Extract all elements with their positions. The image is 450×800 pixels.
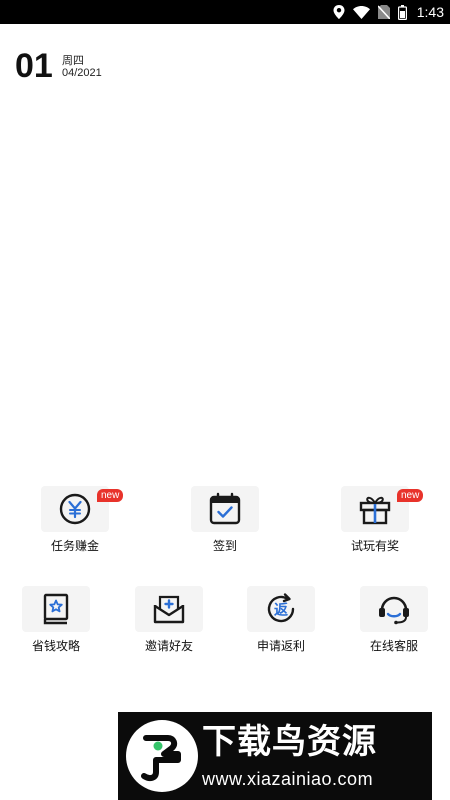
apply-rebate-label: 申请返利 <box>256 639 305 653</box>
status-time: 1:43 <box>416 4 444 20</box>
invite-friends-label: 邀请好友 <box>144 639 193 653</box>
trial-reward-button[interactable]: new 试玩有奖 <box>315 486 435 566</box>
new-badge: new <box>397 489 424 502</box>
money-saving-guide-label: 省钱攻略 <box>31 639 80 653</box>
task-earn-button[interactable]: new 任务赚金 <box>15 486 135 566</box>
status-bar: 1:43 <box>0 0 450 24</box>
invite-envelope-icon <box>153 595 185 624</box>
task-earn-label: 任务赚金 <box>50 539 99 553</box>
status-icons: 1:43 <box>333 0 444 24</box>
calendar-check-icon <box>209 492 241 525</box>
trial-reward-label: 试玩有奖 <box>350 539 399 553</box>
watermark-title: 下载鸟资源 <box>202 722 377 762</box>
yuan-coin-icon <box>59 493 91 525</box>
svg-text:返: 返 <box>274 602 288 619</box>
location-icon <box>333 5 345 19</box>
date-weekday: 周四 <box>62 54 84 67</box>
rebate-return-icon: 返 <box>267 593 295 623</box>
watermark-url: www.xiazainiao.com <box>202 769 374 789</box>
watermark-banner: 下载鸟资源 www.xiazainiao.com <box>118 712 432 800</box>
battery-icon <box>397 4 407 20</box>
online-service-tile <box>360 586 428 632</box>
invite-friends-button[interactable]: 邀请好友 <box>109 586 229 666</box>
apply-rebate-tile: 返 <box>247 586 315 632</box>
online-service-label: 在线客服 <box>369 639 418 653</box>
sign-in-label: 签到 <box>212 539 237 553</box>
wifi-icon <box>352 5 370 19</box>
new-badge: new <box>97 489 124 502</box>
money-saving-guide-button[interactable]: 省钱攻略 <box>0 586 116 666</box>
no-sim-icon <box>377 5 390 19</box>
invite-friends-tile <box>135 586 203 632</box>
apply-rebate-button[interactable]: 返 申请返利 <box>221 586 341 666</box>
gift-icon <box>359 496 391 525</box>
date-month-year: 04/2021 <box>62 67 102 79</box>
money-saving-guide-tile <box>22 586 90 632</box>
date-day: 01 <box>15 47 53 85</box>
sign-in-button[interactable]: 签到 <box>165 486 285 566</box>
star-book-icon <box>43 593 69 625</box>
sign-in-tile <box>191 486 259 532</box>
bird-logo-icon <box>126 720 198 792</box>
headset-icon <box>379 596 409 625</box>
online-service-button[interactable]: 在线客服 <box>334 586 450 666</box>
